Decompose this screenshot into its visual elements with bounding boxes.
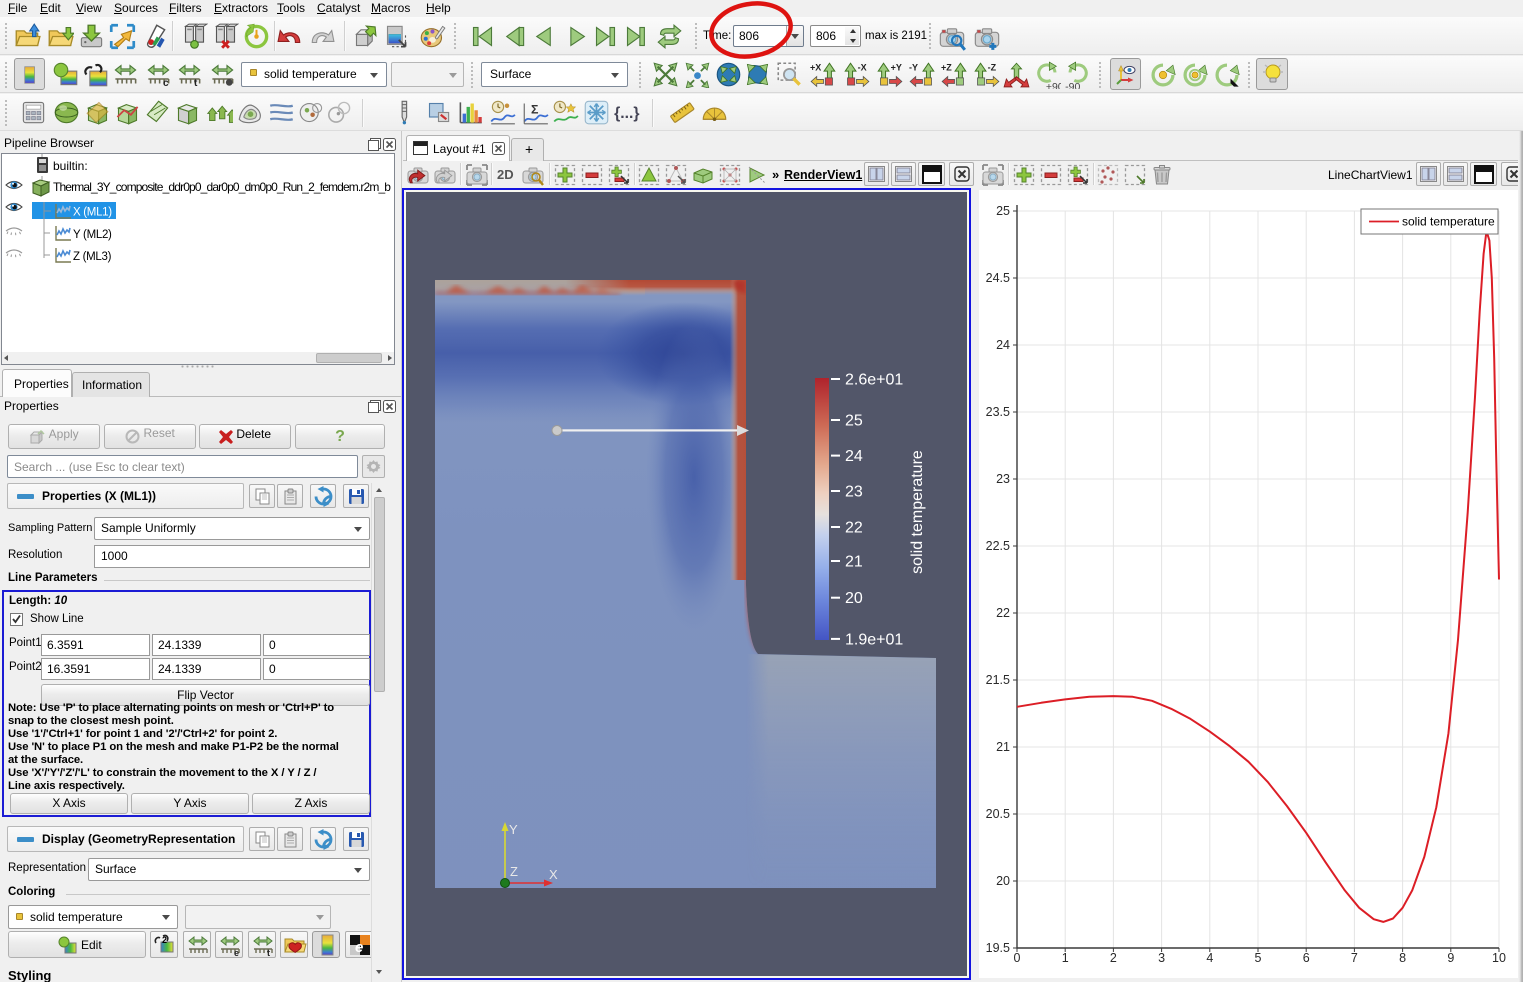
svg-text:Y (ML2): Y (ML2): [73, 229, 112, 241]
svg-text:e: e: [355, 939, 363, 956]
svg-text:X: X: [549, 867, 558, 882]
svg-text:22.5: 22.5: [986, 539, 1010, 553]
svg-text:+X: +X: [810, 63, 821, 73]
svg-text:1: 1: [1062, 951, 1069, 965]
svg-text:23.5: 23.5: [986, 405, 1010, 419]
svg-text:-Y: -Y: [909, 63, 918, 73]
svg-text:-Z: -Z: [988, 63, 997, 73]
svg-text:20: 20: [845, 590, 863, 607]
svg-text:19.5: 19.5: [986, 941, 1010, 955]
svg-text:24: 24: [845, 448, 863, 465]
svg-text:Σ: Σ: [531, 103, 539, 117]
svg-text:7: 7: [1351, 951, 1358, 965]
svg-text:e: e: [234, 948, 239, 957]
svg-text:4: 4: [1206, 951, 1213, 965]
svg-text:10: 10: [1492, 951, 1506, 965]
svg-text:t: t: [267, 948, 270, 957]
svg-text:8: 8: [1399, 951, 1406, 965]
svg-text:2: 2: [1110, 951, 1117, 965]
svg-text:builtin:: builtin:: [53, 159, 88, 173]
svg-text:9: 9: [1447, 951, 1454, 965]
svg-text:20: 20: [996, 874, 1010, 888]
svg-text:X (ML1): X (ML1): [73, 207, 112, 219]
svg-text:Y: Y: [509, 822, 518, 837]
svg-text:21.5: 21.5: [986, 673, 1010, 687]
svg-text:2.6e+01: 2.6e+01: [845, 372, 903, 389]
svg-text:c: c: [163, 78, 169, 88]
svg-text:25: 25: [845, 413, 863, 430]
svg-text:-90: -90: [1065, 81, 1080, 89]
svg-text:23: 23: [996, 472, 1010, 486]
svg-text:20.5: 20.5: [986, 807, 1010, 821]
svg-text:21: 21: [845, 554, 863, 571]
svg-text:-X: -X: [858, 63, 867, 73]
svg-text:22: 22: [845, 520, 863, 537]
svg-text:3: 3: [1158, 951, 1165, 965]
svg-text:2: 2: [162, 935, 167, 945]
svg-text:+Y: +Y: [891, 63, 902, 73]
svg-text:Z: Z: [510, 864, 518, 879]
svg-text:24: 24: [996, 338, 1010, 352]
svg-text:1.9e+01: 1.9e+01: [845, 631, 903, 648]
svg-text:+90: +90: [1046, 81, 1061, 89]
svg-text:+Z: +Z: [941, 63, 952, 73]
svg-text:22: 22: [996, 606, 1010, 620]
svg-text:solid temperature: solid temperature: [1402, 215, 1495, 229]
svg-text:5: 5: [1255, 951, 1262, 965]
svg-text:0: 0: [1014, 951, 1021, 965]
svg-text:24.5: 24.5: [986, 271, 1010, 285]
svg-text:Z (ML3): Z (ML3): [73, 251, 112, 263]
svg-text:solid temperature: solid temperature: [909, 450, 926, 574]
svg-text:21: 21: [996, 740, 1010, 754]
svg-text:25: 25: [996, 204, 1010, 218]
svg-text:23: 23: [845, 484, 863, 501]
svg-text:6: 6: [1303, 951, 1310, 965]
svg-text:{...}: {...}: [614, 105, 639, 122]
svg-text:Thermal_3Y_composite_ddr0p0_da: Thermal_3Y_composite_ddr0p0_dar0p0_dm0p0…: [53, 180, 391, 194]
